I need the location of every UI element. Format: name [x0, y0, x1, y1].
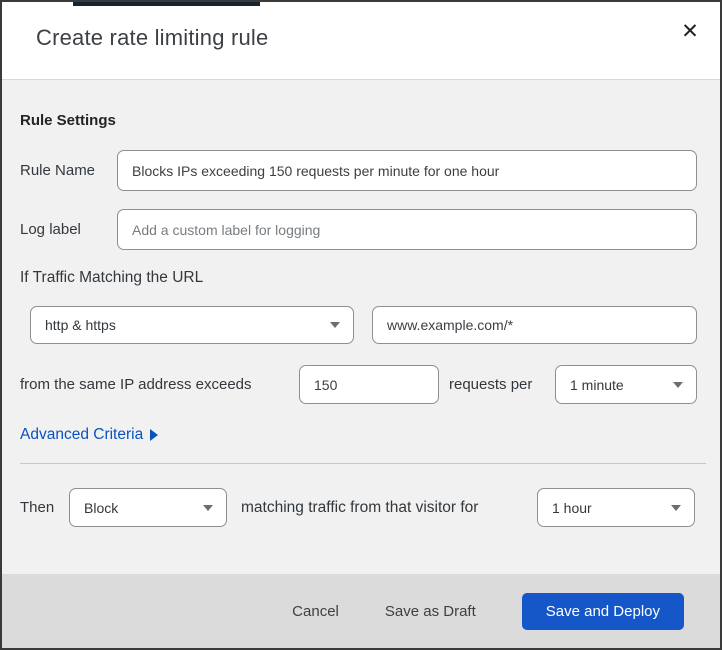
rule-settings-heading: Rule Settings — [20, 112, 116, 129]
save-as-draft-button[interactable]: Save as Draft — [385, 603, 476, 620]
close-icon: ✕ — [681, 19, 699, 43]
url-input[interactable] — [372, 306, 697, 344]
threshold-prefix-text: from the same IP address exceeds — [20, 376, 252, 393]
rule-name-label-wrap: Rule Name — [20, 150, 95, 191]
cancel-button[interactable]: Cancel — [292, 603, 339, 620]
threshold-middle-wrap: requests per — [449, 365, 532, 404]
close-button[interactable]: ✕ — [675, 16, 705, 46]
modal-footer: Cancel Save as Draft Save and Deploy — [2, 574, 720, 648]
requests-per-text: requests per — [449, 376, 533, 393]
matching-traffic-text: matching traffic from that visitor for — [241, 498, 479, 516]
log-label-field-wrap — [117, 209, 697, 250]
action-select[interactable]: Block — [69, 488, 227, 527]
then-label: Then — [20, 499, 55, 516]
request-count-input[interactable] — [299, 365, 439, 404]
scheme-select-value: http & https — [45, 317, 116, 333]
traffic-matching-heading: If Traffic Matching the URL — [20, 269, 204, 286]
then-label-wrap: Then — [20, 488, 54, 527]
rule-name-input[interactable] — [117, 150, 697, 191]
log-label-input[interactable] — [117, 209, 697, 250]
log-label-label: Log label — [20, 221, 81, 238]
threshold-prefix-wrap: from the same IP address exceeds — [20, 365, 252, 404]
rule-name-field-wrap — [117, 150, 697, 191]
period-select-value: 1 minute — [570, 376, 624, 393]
scheme-select[interactable]: http & https — [30, 306, 354, 344]
top-accent-bar — [73, 2, 260, 6]
chevron-down-icon — [203, 504, 213, 511]
modal-header: Create rate limiting rule ✕ — [2, 2, 720, 80]
rule-name-label: Rule Name — [20, 162, 96, 179]
then-middle-wrap: matching traffic from that visitor for — [241, 488, 478, 527]
advanced-criteria-label: Advanced Criteria — [20, 426, 144, 443]
url-field-wrap — [372, 306, 697, 344]
chevron-down-icon — [671, 504, 681, 511]
save-and-deploy-button[interactable]: Save and Deploy — [521, 592, 684, 630]
create-rate-limiting-rule-modal: Create rate limiting rule ✕ Rule Setting… — [0, 0, 722, 650]
period-select[interactable]: 1 minute — [555, 365, 697, 404]
duration-select[interactable]: 1 hour — [537, 488, 695, 527]
advanced-criteria-link[interactable]: Advanced Criteria — [20, 426, 159, 444]
threshold-count-wrap — [299, 365, 439, 404]
section-divider — [20, 463, 706, 464]
modal-title: Create rate limiting rule — [36, 25, 269, 50]
chevron-down-icon — [673, 381, 683, 388]
log-label-label-wrap: Log label — [20, 209, 81, 250]
caret-right-icon — [150, 429, 159, 441]
action-select-value: Block — [84, 499, 119, 516]
duration-select-value: 1 hour — [552, 499, 592, 516]
chevron-down-icon — [330, 322, 340, 328]
